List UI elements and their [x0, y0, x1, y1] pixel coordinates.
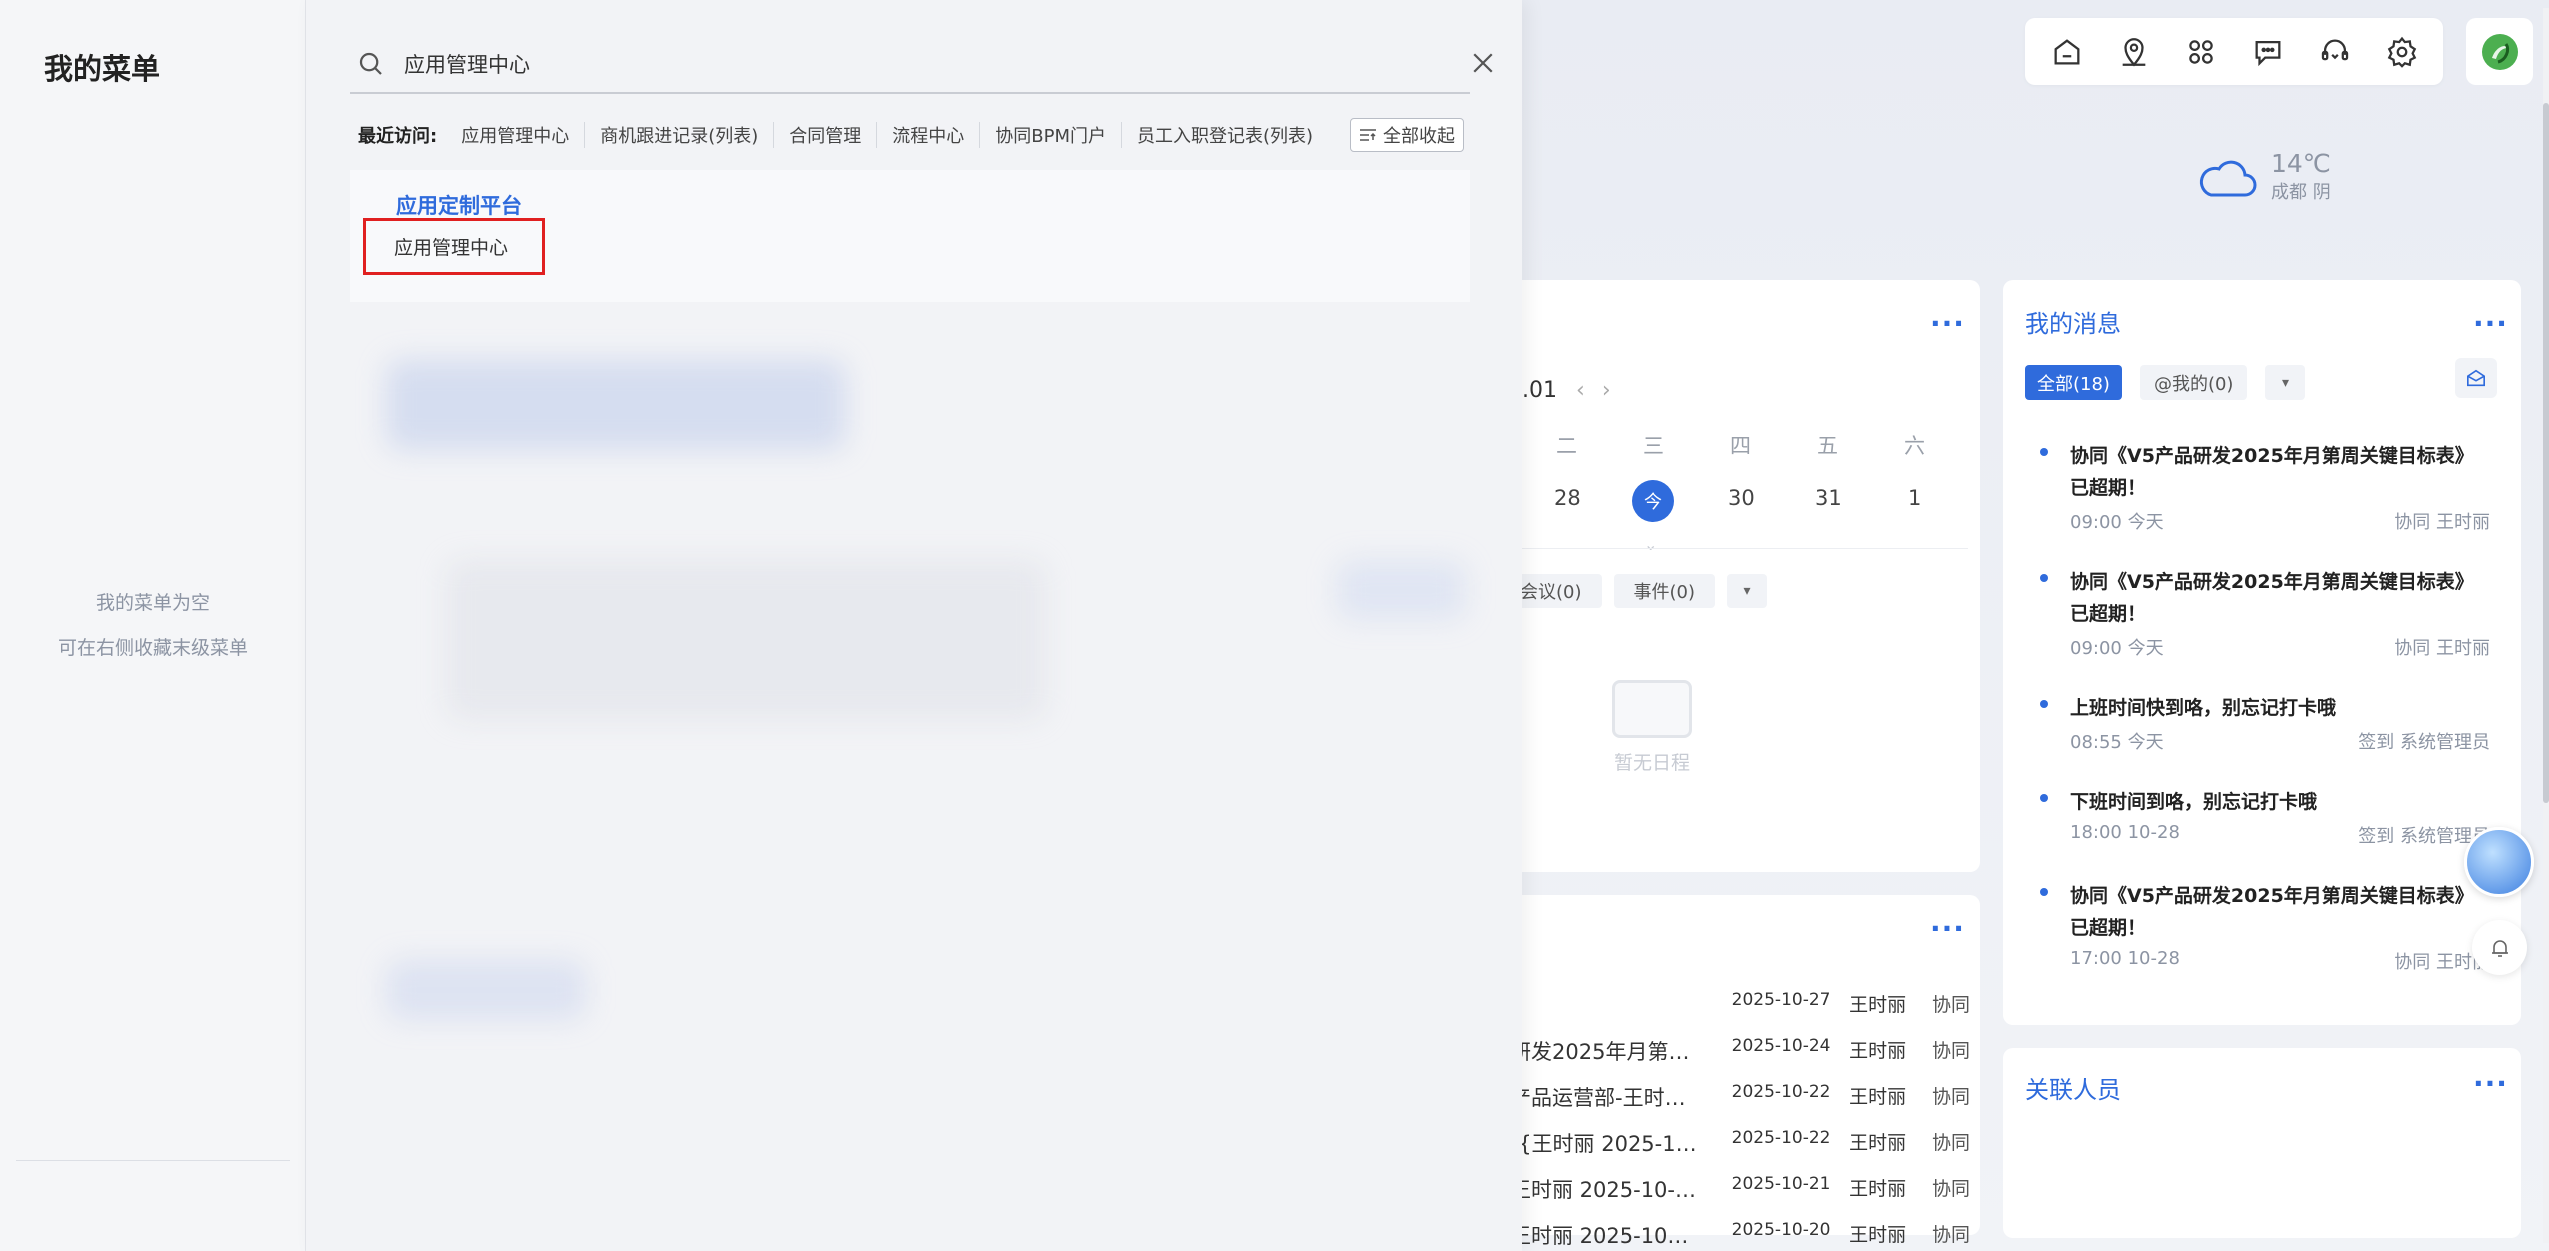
message-item[interactable]: 上班时间快到咯，别忘记打卡哦 08:55 今天 签到 系统管理员 [2040, 692, 2490, 754]
message-item[interactable]: 协同《V5产品研发2025年月第周关键目标表》 已超期！ 09:00 今天 协同 … [2040, 566, 2490, 660]
blurred-background [386, 960, 586, 1020]
message-tabs: 全部(18) @我的(0) ▾ [2025, 365, 2306, 400]
blurred-background [446, 560, 1046, 720]
recent-item[interactable]: 应用管理中心 [461, 122, 584, 148]
calendar-today[interactable]: 今 [1632, 480, 1674, 522]
search-results: 应用定制平台 应用管理中心 [350, 170, 1470, 302]
blurred-background [1336, 560, 1466, 620]
search-input[interactable] [404, 52, 1304, 76]
divider [16, 1160, 290, 1161]
tab-event[interactable]: 事件(0) [1613, 574, 1715, 608]
page-scrollbar[interactable] [2543, 8, 2549, 1243]
recent-item[interactable]: 员工入职登记表(列表) [1120, 122, 1328, 148]
caret-down-icon[interactable]: ▾ [2265, 365, 2306, 400]
more-icon[interactable]: ··· [1930, 915, 1965, 943]
support-icon[interactable] [2313, 30, 2357, 74]
apps-icon[interactable] [2179, 30, 2223, 74]
weekday-label: 五 [1817, 434, 1838, 458]
tab-all-messages[interactable]: 全部(18) [2025, 365, 2122, 400]
table-row[interactable]: 2025-10-27 王时丽 协同 [1510, 990, 1970, 1017]
cloud-icon [2199, 160, 2257, 197]
weekday-label: 四 [1730, 434, 1751, 458]
user-avatar[interactable] [2466, 18, 2533, 85]
menu-search-panel: 最近访问: 应用管理中心 商机跟进记录(列表) 合同管理 流程中心 协同BPM门… [306, 0, 1522, 1251]
table-row[interactable]: ({王时丽 2025-10… 2025-10-22 王时丽 协同 [1510, 1128, 1970, 1158]
prev-month-icon[interactable]: ‹ [1576, 378, 1585, 403]
next-month-icon[interactable]: › [1602, 378, 1611, 403]
calendar-day[interactable]: 30 [1728, 486, 1755, 510]
close-icon[interactable] [1468, 48, 1498, 78]
my-menu-panel: 我的菜单 我的菜单为空 可在右侧收藏末级菜单 [0, 0, 306, 1251]
weekday-label: 二 [1556, 434, 1577, 458]
weekday-label: 三 [1643, 434, 1664, 458]
blurred-background [386, 360, 846, 450]
result-group-title: 应用定制平台 [396, 194, 522, 218]
bell-icon[interactable] [2472, 920, 2527, 975]
collapse-all-button[interactable]: 全部收起 [1350, 118, 1464, 152]
menu-empty-text: 我的菜单为空 [95, 592, 210, 614]
top-toolbar [2025, 18, 2443, 85]
tab-mentions[interactable]: @我的(0) [2139, 365, 2248, 400]
messages-title: 我的消息 [2025, 310, 2121, 338]
weather-widget: 14℃ 成都 阴 [2195, 150, 2331, 204]
recent-visits: 最近访问: 应用管理中心 商机跟进记录(列表) 合同管理 流程中心 协同BPM门… [358, 118, 1328, 152]
more-icon[interactable]: ··· [1930, 310, 1965, 338]
location-icon[interactable] [2112, 30, 2156, 74]
calendar-month: .01 ‹ › [1522, 378, 1611, 403]
settings-gear-icon[interactable] [2380, 30, 2424, 74]
assistant-robot-icon[interactable] [2464, 827, 2534, 897]
scrollbar-thumb[interactable] [2543, 103, 2549, 803]
recent-item[interactable]: 协同BPM门户 [979, 122, 1121, 148]
related-people-title: 关联人员 [2025, 1076, 2121, 1104]
divider [1508, 548, 1968, 549]
table-row[interactable]: 王时丽 2025-10… 2025-10-20 王时丽 协同 [1510, 1220, 1970, 1250]
menu-title: 我的菜单 [44, 52, 161, 86]
weekday-label: 六 [1904, 434, 1925, 458]
calendar-day[interactable]: 1 [1908, 486, 1921, 510]
home-icon[interactable] [2045, 30, 2089, 74]
search-icon [359, 52, 382, 75]
more-icon[interactable]: ··· [2473, 310, 2508, 338]
expand-chevron-icon[interactable]: ⌄ [1644, 535, 1657, 554]
calendar-day[interactable]: 31 [1815, 486, 1842, 510]
result-item[interactable]: 应用管理中心 [363, 218, 545, 275]
weather-temp: 14℃ [2271, 149, 2331, 178]
message-item[interactable]: 协同《V5产品研发2025年月第周关键目标表》 已超期！ 09:00 今天 协同 … [2040, 440, 2490, 534]
caret-down-icon[interactable]: ▾ [1727, 574, 1767, 608]
more-icon[interactable]: ··· [2473, 1070, 2508, 1098]
recent-item[interactable]: 商机跟进记录(列表) [584, 122, 773, 148]
calendar-day[interactable]: 28 [1554, 486, 1581, 510]
table-row[interactable]: 王时丽 2025-10-… 2025-10-21 王时丽 协同 [1510, 1174, 1970, 1204]
empty-schedule: 暂无日程 [1612, 680, 1692, 775]
menu-empty-hint: 可在右侧收藏末级菜单 [57, 637, 248, 659]
search-bar [350, 36, 1470, 94]
message-item[interactable]: 下班时间到咯，别忘记打卡哦 18:00 10-28 签到 系统管理员 [2040, 786, 2490, 848]
collapse-icon [1360, 129, 1376, 141]
calendar-tabs: 会议(0) 事件(0) ▾ [1500, 574, 1767, 608]
recent-item[interactable]: 流程中心 [876, 122, 979, 148]
table-row[interactable]: 研发2025年月第周… 2025-10-24 王时丽 协同 [1510, 1036, 1970, 1066]
mark-read-mail-icon[interactable] [2455, 358, 2497, 398]
empty-inbox-icon [1612, 680, 1692, 738]
recent-item[interactable]: 合同管理 [773, 122, 876, 148]
table-row[interactable]: 产品运营部-王时… 2025-10-22 王时丽 协同 [1510, 1082, 1970, 1112]
recent-label: 最近访问: [358, 126, 438, 147]
chat-icon[interactable] [2246, 30, 2290, 74]
weather-location: 成都 阴 [2271, 181, 2331, 203]
message-item[interactable]: 协同《V5产品研发2025年月第周关键目标表》 已超期！ 17:00 10-28… [2040, 880, 2490, 974]
